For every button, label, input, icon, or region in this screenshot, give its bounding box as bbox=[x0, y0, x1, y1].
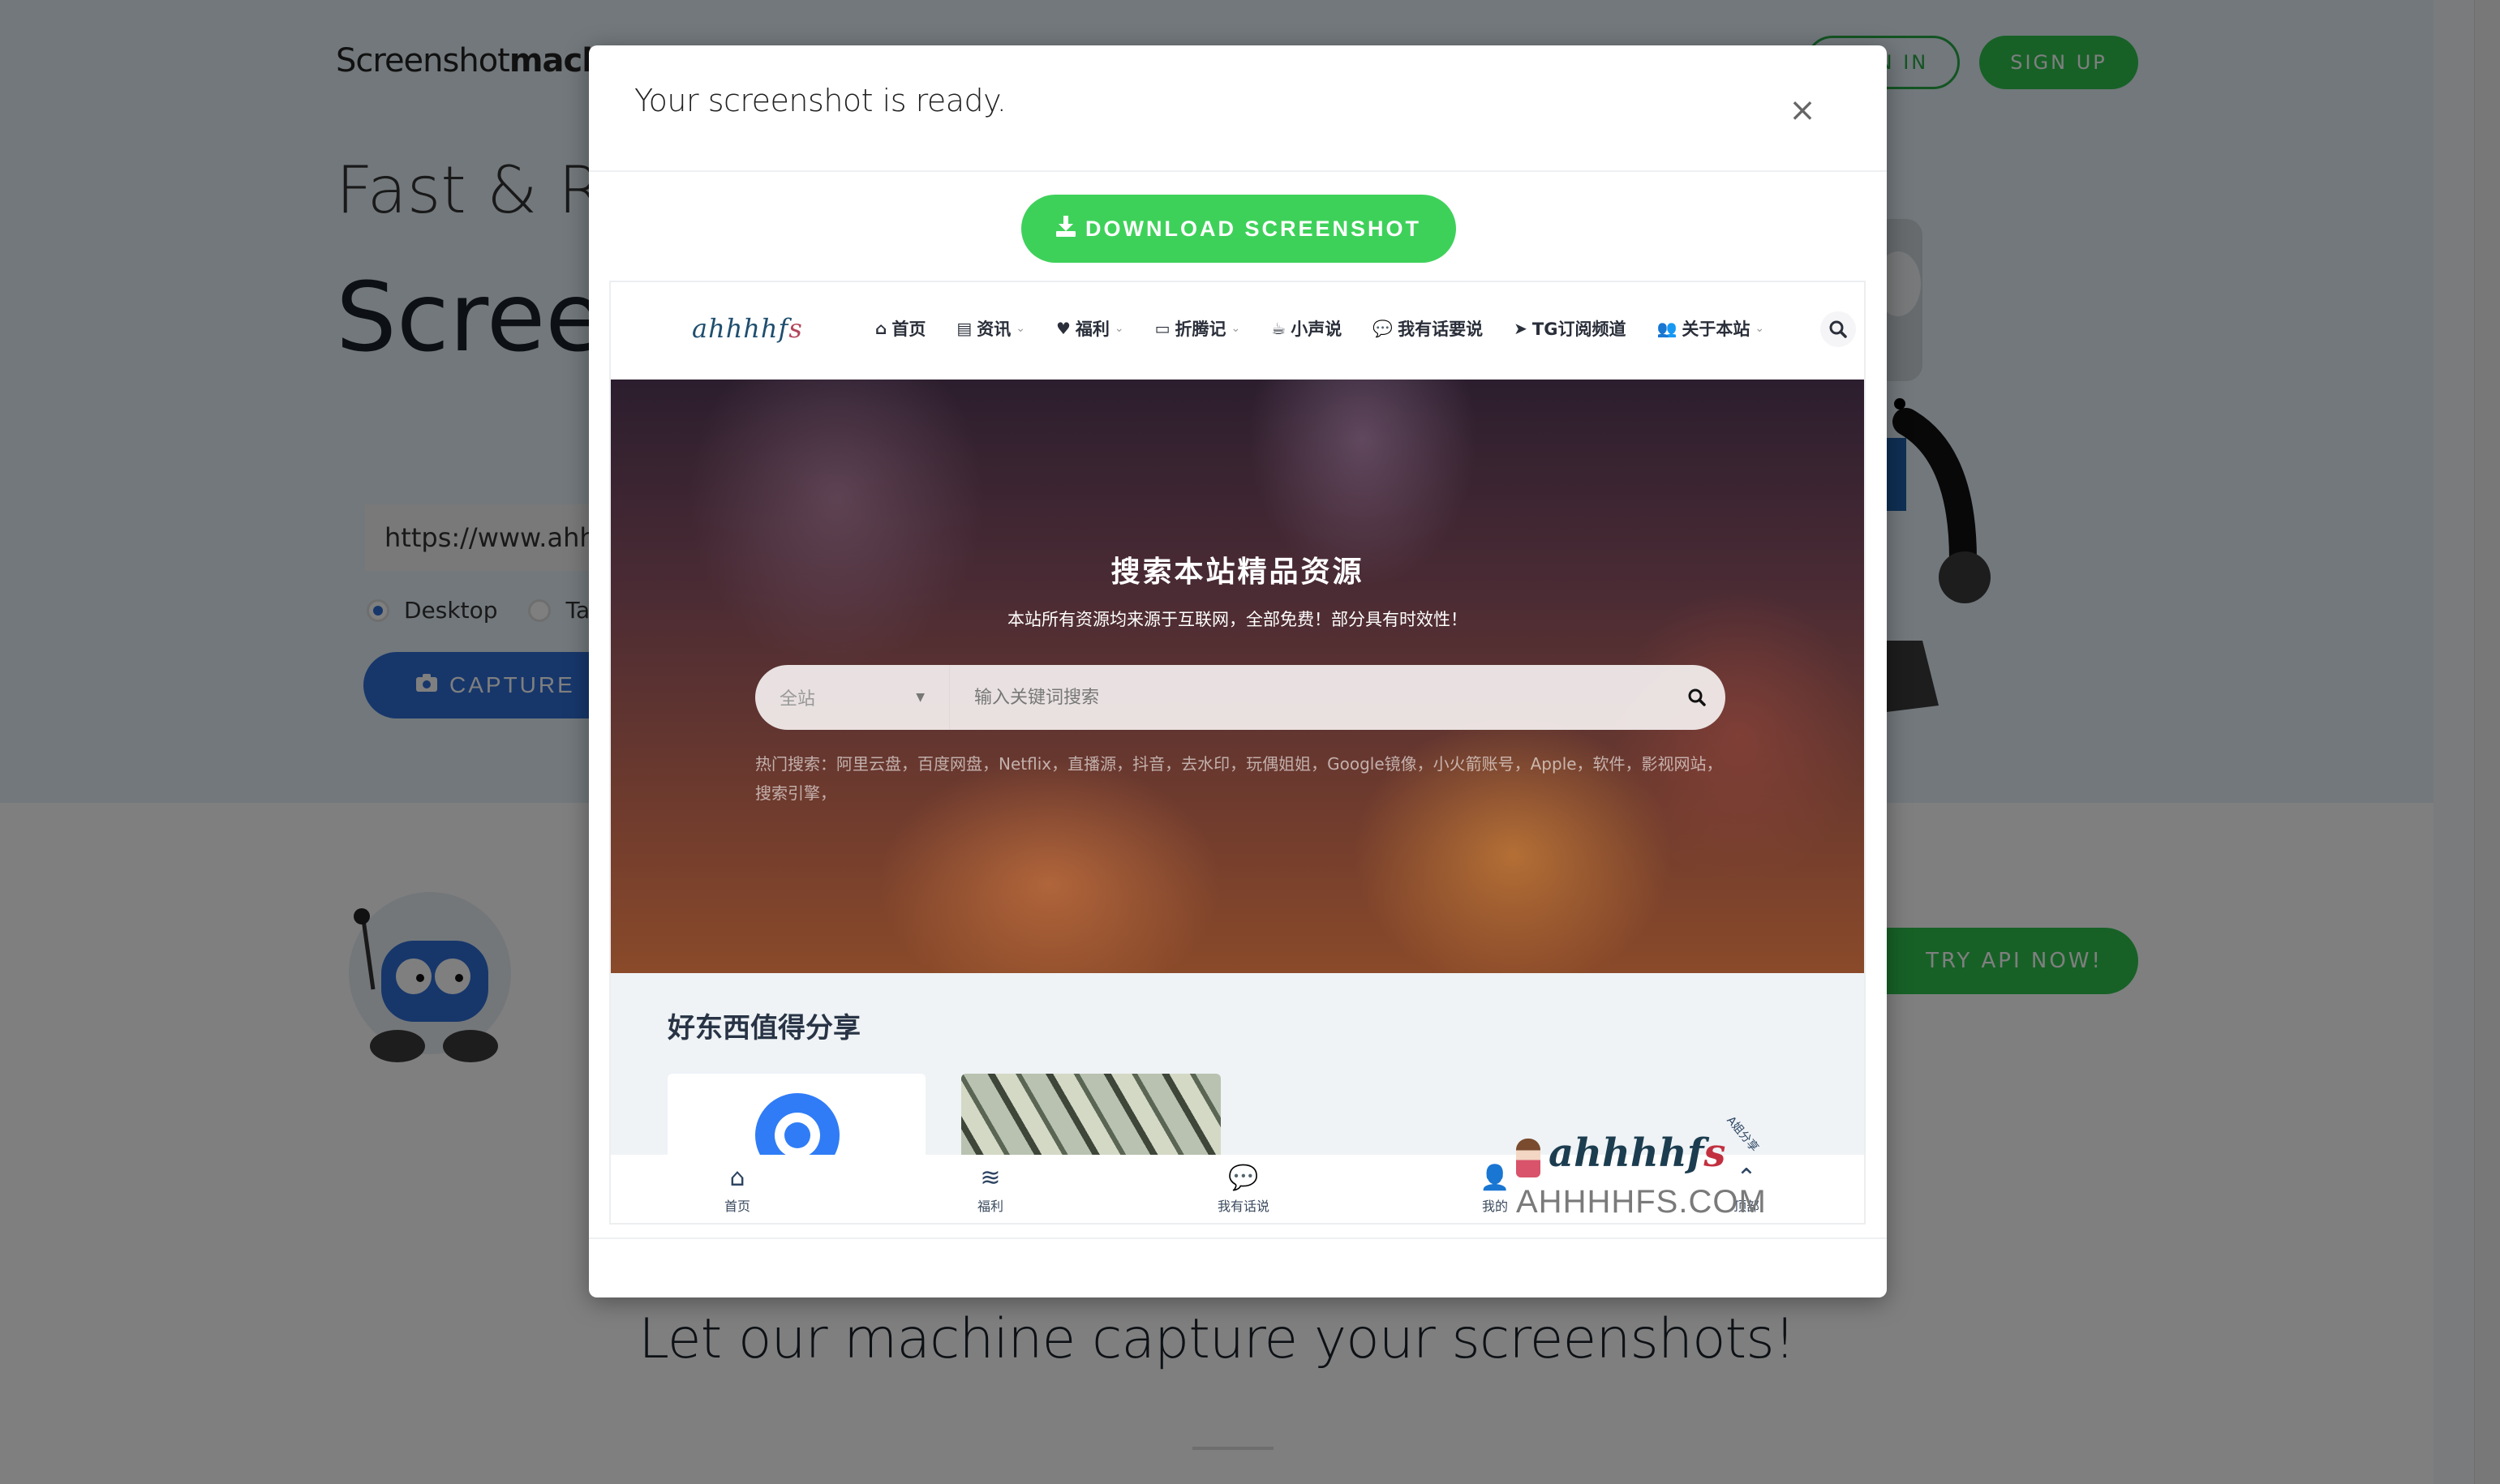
tab-say: 💬 我有话说 bbox=[1195, 1164, 1292, 1215]
chevron-down-icon: ⌄ bbox=[1231, 322, 1241, 335]
tab-label: 福利 bbox=[977, 1199, 1003, 1214]
nav-item-telegram: ➤ TG订阅频道 bbox=[1514, 316, 1626, 341]
heart-icon: ♥ bbox=[1055, 319, 1071, 338]
tab-top: ⌃ 顶部 bbox=[1698, 1164, 1795, 1215]
nav-item-label: 我有话要说 bbox=[1398, 320, 1484, 339]
modal-footer-divider bbox=[589, 1237, 1887, 1239]
chevron-down-icon: ⌄ bbox=[1755, 322, 1765, 335]
captured-search-bar: 全站 ▼ bbox=[755, 665, 1725, 730]
captured-nav-menu: ⌂ 首页 ▤ 资讯 ⌄ ♥ 福利 ⌄ ▭ 折腾记 ⌄ ☕ 小声说 💬 我有话要说 ➤ TG订阅频道 … bbox=[875, 316, 1764, 341]
nav-item-label: 小声说 bbox=[1291, 320, 1342, 339]
tab-benefits: ≋ 福利 bbox=[942, 1164, 1039, 1215]
search-icon bbox=[1820, 311, 1856, 347]
captured-hero-heading: 搜索本站精品资源 bbox=[1110, 555, 1364, 589]
telegram-icon: ➤ bbox=[1514, 319, 1527, 338]
layers-icon: ≋ bbox=[980, 1164, 1001, 1192]
nav-item-whisper: ☕ 小声说 bbox=[1271, 316, 1342, 341]
captured-site-logo: ahhhhfs bbox=[692, 313, 803, 344]
tab-mine: 👤 我的 bbox=[1446, 1164, 1544, 1215]
users-icon: 👥 bbox=[1656, 319, 1677, 338]
nav-item-about: 👥 关于本站 ⌄ bbox=[1656, 316, 1764, 341]
tab-label: 顶部 bbox=[1733, 1199, 1759, 1214]
search-scope-select: 全站 ▼ bbox=[755, 665, 950, 730]
hot-searches: 热门搜索：阿里云盘，百度网盘，Netflix，直播源，抖音，去水印，玩偶姐姐，G… bbox=[755, 749, 1729, 808]
chevron-up-icon: ⌃ bbox=[1736, 1164, 1757, 1192]
nav-item-label: TG订阅频道 bbox=[1531, 320, 1626, 339]
comment-icon: 💬 bbox=[1228, 1164, 1259, 1192]
captured-hero: 搜索本站精品资源 本站所有资源均来源于互联网，全部免费！部分具有时效性！ 全站 ▼… bbox=[611, 380, 1864, 973]
chevron-down-icon: ⌄ bbox=[1016, 322, 1025, 335]
nav-item-benefits: ♥ 福利 ⌄ bbox=[1056, 316, 1124, 341]
modal-title: Your screenshot is ready. bbox=[634, 83, 1007, 118]
captured-section-title: 好东西值得分享 bbox=[668, 1012, 861, 1044]
captured-search-input bbox=[950, 665, 1669, 730]
nav-item-label: 福利 bbox=[1075, 320, 1110, 339]
screenshot-preview[interactable]: ahhhhfs ⌂ 首页 ▤ 资讯 ⌄ ♥ 福利 ⌄ ▭ 折腾记 ⌄ ☕ 小声说 💬 我有话要说 … bbox=[609, 281, 1866, 1225]
modal-header-divider bbox=[589, 170, 1887, 172]
screenshot-ready-modal: Your screenshot is ready. × DOWNLOAD SCR… bbox=[589, 45, 1887, 1297]
captured-site-navbar: ahhhhfs ⌂ 首页 ▤ 资讯 ⌄ ♥ 福利 ⌄ ▭ 折腾记 ⌄ ☕ 小声说 💬 我有话要说 … bbox=[611, 282, 1864, 380]
captured-hero-text: 本站所有资源均来源于互联网，全部免费！部分具有时效性！ bbox=[1007, 610, 1467, 629]
home-icon: ⌂ bbox=[729, 1164, 745, 1192]
keyboard-icon: ▭ bbox=[1154, 319, 1171, 338]
download-icon bbox=[1056, 215, 1076, 242]
newspaper-icon: ▤ bbox=[956, 319, 973, 338]
close-icon[interactable]: × bbox=[1786, 94, 1819, 127]
captured-logo-accent: s bbox=[788, 313, 803, 344]
tab-home: ⌂ 首页 bbox=[689, 1164, 786, 1215]
search-icon bbox=[1669, 665, 1725, 730]
hot-search-label: 热门搜索： bbox=[755, 754, 836, 774]
comment-icon: 💬 bbox=[1372, 319, 1394, 338]
download-label: DOWNLOAD SCREENSHOT bbox=[1085, 216, 1421, 241]
search-scope-value: 全站 bbox=[780, 689, 816, 710]
nav-item-home: ⌂ 首页 bbox=[875, 316, 926, 341]
tab-label: 我有话说 bbox=[1217, 1199, 1269, 1214]
tab-label: 首页 bbox=[724, 1199, 750, 1214]
nav-item-label: 折腾记 bbox=[1175, 320, 1226, 339]
captured-logo-text: ahhhhf bbox=[692, 313, 789, 344]
coffee-icon: ☕ bbox=[1271, 319, 1287, 338]
tab-label: 我的 bbox=[1481, 1199, 1508, 1214]
chevron-down-icon: ⌄ bbox=[1114, 322, 1124, 335]
hot-search-terms: 阿里云盘，百度网盘，Netflix，直播源，抖音，去水印，玩偶姐姐，Google… bbox=[755, 754, 1723, 803]
nav-item-label: 资讯 bbox=[977, 320, 1012, 339]
nav-item-say: 💬 我有话要说 bbox=[1372, 316, 1483, 341]
caret-down-icon: ▼ bbox=[916, 691, 925, 704]
nav-item-tinkering: ▭ 折腾记 ⌄ bbox=[1155, 316, 1241, 341]
nav-item-label: 关于本站 bbox=[1682, 320, 1750, 339]
captured-bottom-tabbar: ⌂ 首页 ≋ 福利 💬 我有话说 👤 我的 ⌃ 顶部 bbox=[611, 1155, 1864, 1223]
user-icon: 👤 bbox=[1480, 1164, 1510, 1192]
nav-item-label: 首页 bbox=[891, 320, 926, 339]
nav-item-news: ▤ 资讯 ⌄ bbox=[956, 316, 1025, 341]
home-icon: ⌂ bbox=[875, 319, 887, 338]
download-screenshot-button[interactable]: DOWNLOAD SCREENSHOT bbox=[1021, 195, 1456, 263]
